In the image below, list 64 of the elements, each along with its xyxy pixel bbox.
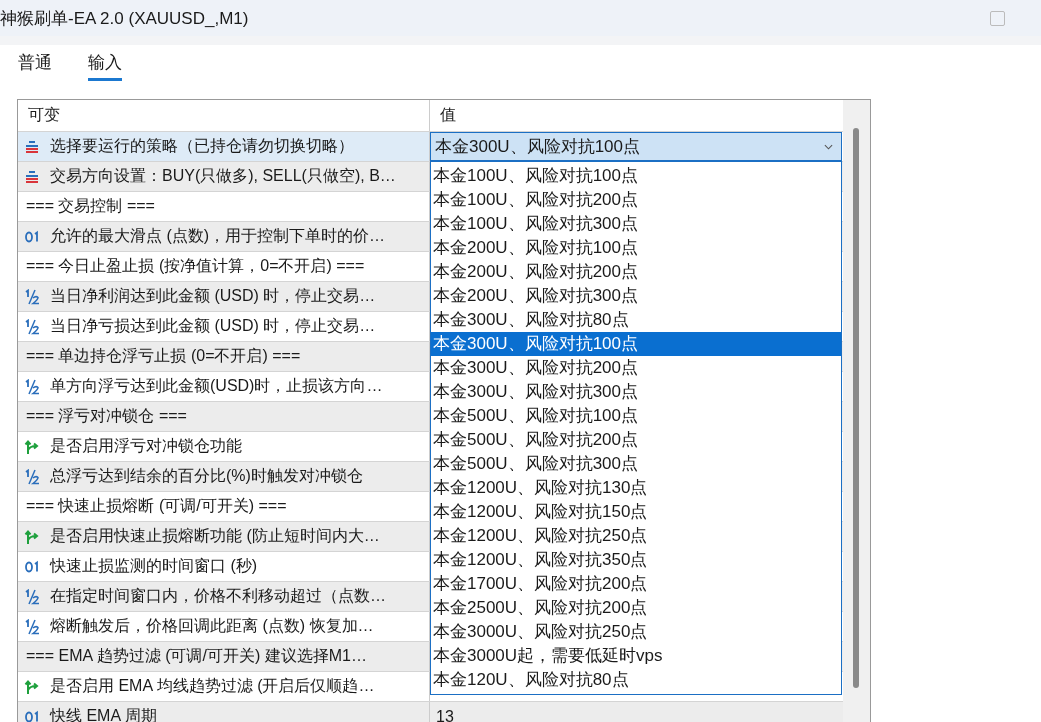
parameter-name: 选择要运行的策略（已持仓请勿切换切略） bbox=[50, 136, 354, 156]
dropdown-option[interactable]: 本金3000U起，需要低延时vps bbox=[431, 644, 841, 668]
strategy-dropdown[interactable]: 本金300U、风险对抗100点 bbox=[430, 132, 842, 161]
parameter-name: 快速止损监测的时间窗口 (秒) bbox=[50, 556, 258, 576]
dropdown-option[interactable]: 本金300U、风险对抗200点 bbox=[431, 356, 841, 380]
maximize-button[interactable] bbox=[990, 10, 1005, 26]
dropdown-option[interactable]: 本金120U、风险对抗80点 bbox=[431, 668, 841, 692]
parameter-name: 在指定时间窗口内，价格不利移动超过（点数… bbox=[50, 586, 386, 606]
parameter-name: === 单边持仓浮亏止损 (0=不开启) === bbox=[26, 346, 301, 366]
fraction-icon bbox=[24, 288, 40, 305]
parameter-name: 是否启用 EMA 均线趋势过滤 (开启后仅顺趋… bbox=[50, 676, 375, 696]
chevron-down-icon bbox=[824, 143, 833, 150]
parameter-name: === 快速止损熔断 (可调/可开关) === bbox=[26, 496, 287, 516]
number-icon bbox=[24, 558, 40, 575]
parameter-name: 熔断触发后，价格回调此距离 (点数) 恢复加… bbox=[50, 616, 374, 636]
number-icon bbox=[24, 708, 40, 722]
column-header: 值 bbox=[439, 105, 457, 125]
dropdown-option[interactable]: 本金3000U、风险对抗250点 bbox=[431, 620, 841, 644]
dropdown-option[interactable]: 本金200U、风险对抗100点 bbox=[431, 236, 841, 260]
dropdown-option[interactable]: 本金200U、风险对抗300点 bbox=[431, 284, 841, 308]
fraction-icon bbox=[24, 618, 40, 635]
parameter-name: 单方向浮亏达到此金额(USD)时，止损该方向… bbox=[50, 376, 383, 396]
dropdown-option[interactable]: 本金500U、风险对抗200点 bbox=[431, 428, 841, 452]
parameter-name: 当日净亏损达到此金额 (USD) 时，停止交易… bbox=[50, 316, 376, 336]
dropdown-option[interactable]: 本金1200U、风险对抗130点 bbox=[431, 476, 841, 500]
parameter-name: 是否启用快速止损熔断功能 (防止短时间内大… bbox=[50, 526, 380, 546]
tab[interactable]: 普通 bbox=[18, 51, 52, 81]
dropdown-option[interactable]: 本金2500U、风险对抗200点 bbox=[431, 596, 841, 620]
fraction-icon bbox=[24, 378, 40, 395]
dropdown-option[interactable]: 本金300U、风险对抗100点 bbox=[431, 332, 841, 356]
dropdown-option[interactable]: 本金100U、风险对抗100点 bbox=[431, 164, 841, 188]
fraction-icon bbox=[24, 318, 40, 335]
tab[interactable]: 输入 bbox=[88, 51, 122, 81]
list-icon bbox=[24, 168, 40, 185]
number-icon bbox=[24, 228, 40, 245]
parameter-name: 当日净利润达到此金额 (USD) 时，停止交易… bbox=[50, 286, 376, 306]
dropdown-option[interactable]: 本金1200U、风险对抗150点 bbox=[431, 500, 841, 524]
parameter-value: 13 bbox=[435, 707, 454, 722]
scrollbar[interactable] bbox=[843, 100, 870, 722]
parameter-name: 交易方向设置：BUY(只做多), SELL(只做空), B… bbox=[50, 166, 396, 186]
fraction-icon bbox=[24, 468, 40, 485]
branch-arrow-icon bbox=[24, 678, 40, 695]
parameter-name: === 今日止盈止损 (按净值计算，0=不开启) === bbox=[26, 256, 365, 276]
dropdown-option[interactable]: 本金100U、风险对抗300点 bbox=[431, 212, 841, 236]
dropdown-option[interactable]: 本金300U、风险对抗80点 bbox=[431, 308, 841, 332]
parameter-name: === 交易控制 === bbox=[26, 196, 155, 216]
branch-arrow-icon bbox=[24, 528, 40, 545]
branch-arrow-icon bbox=[24, 438, 40, 455]
dropdown-option[interactable]: 本金1700U、风险对抗200点 bbox=[431, 572, 841, 596]
dropdown-option[interactable]: 本金500U、风险对抗100点 bbox=[431, 404, 841, 428]
fraction-icon bbox=[24, 588, 40, 605]
dropdown-option[interactable]: 本金500U、风险对抗300点 bbox=[431, 452, 841, 476]
dropdown-option[interactable]: 本金200U、风险对抗200点 bbox=[431, 260, 841, 284]
parameter-name: 总浮亏达到结余的百分比(%)时触发对冲锁仓 bbox=[50, 466, 363, 486]
list-icon bbox=[24, 138, 40, 155]
parameter-name: 是否启用浮亏对冲锁仓功能 bbox=[50, 436, 242, 456]
parameter-name: 允许的最大滑点 (点数)，用于控制下单时的价… bbox=[50, 226, 386, 246]
parameter-name: === 浮亏对冲锁仓 === bbox=[26, 406, 187, 426]
dropdown-option[interactable]: 本金300U、风险对抗300点 bbox=[431, 380, 841, 404]
dropdown-option[interactable]: 本金1200U、风险对抗350点 bbox=[431, 548, 841, 572]
window-title: 神猴刷单-EA 2.0 (XAUUSD_,M1) bbox=[0, 7, 249, 30]
dropdown-option[interactable]: 本金1200U、风险对抗250点 bbox=[431, 524, 841, 548]
dropdown-option[interactable]: 本金100U、风险对抗200点 bbox=[431, 188, 841, 212]
parameter-name: === EMA 趋势过滤 (可调/可开关) 建议选择M1… bbox=[26, 646, 367, 666]
